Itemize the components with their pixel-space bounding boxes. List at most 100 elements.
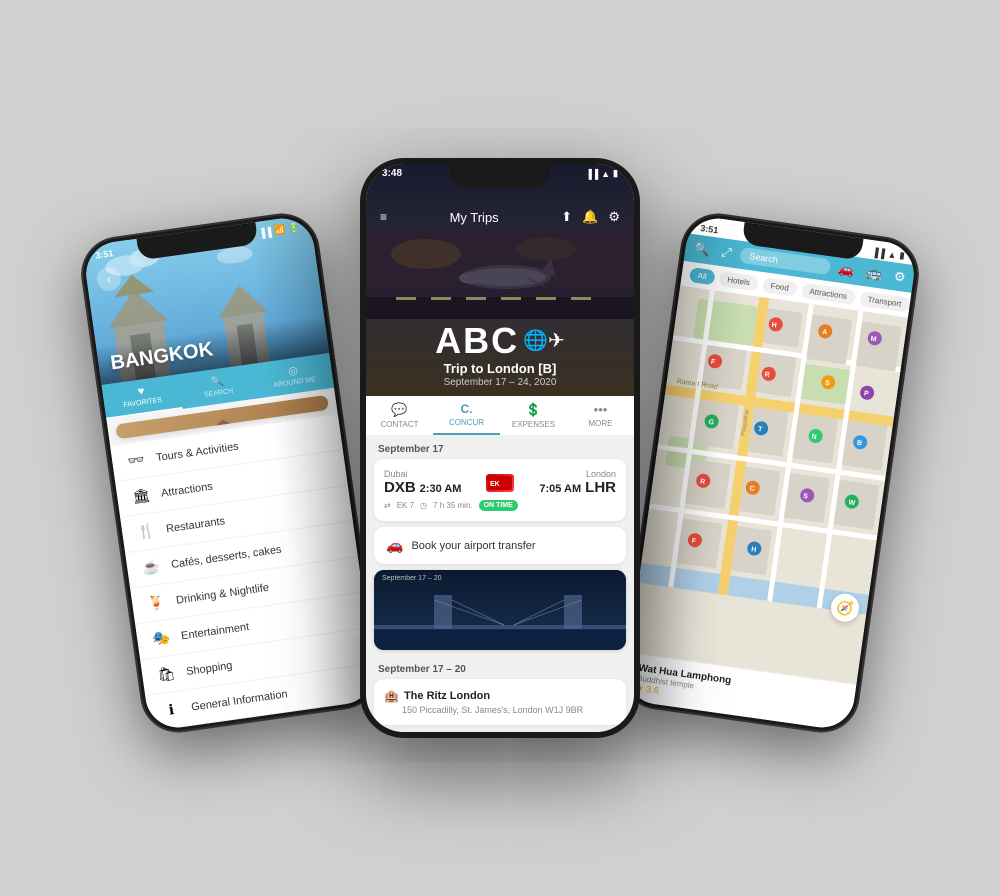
train-date-header: September 20	[366, 731, 634, 732]
dest-time: 7:05 AM	[539, 483, 581, 495]
right-phone-inner: 3:51 ▐▐ ▲ ▮ 🔍 ⤢ Search 🚗	[622, 214, 918, 731]
trip-date: September 17 – 24, 2020	[366, 377, 634, 388]
right-phone: 3:51 ▐▐ ▲ ▮ 🔍 ⤢ Search 🚗	[616, 209, 923, 738]
info-label: General Information	[190, 688, 288, 713]
tours-icon: 👓	[125, 451, 147, 471]
trip-title: Trip to London [B]	[366, 361, 634, 376]
expenses-label: EXPENSES	[512, 420, 555, 429]
nightlife-icon: 🍹	[145, 593, 167, 613]
london-bg: September 17 – 20 London 👁 Visits 📖 Guid…	[374, 570, 626, 650]
globe-plane-icon: 🌐✈	[523, 330, 565, 352]
toolbar-icons-right: 🚗 🚌 ⚙	[837, 261, 907, 286]
transfer-card[interactable]: 🚗 Book your airport transfer	[374, 527, 626, 564]
hotel-card[interactable]: 🏨 The Ritz London 150 Piccadilly, St. Ja…	[374, 679, 626, 725]
battery-icon: 🔋	[288, 222, 301, 234]
around-me-tab-icon: ◎	[287, 364, 298, 378]
toolbar-icons: 🔍 ⤢	[692, 240, 732, 261]
hotel-name: The Ritz London	[404, 690, 490, 702]
flight-top-row: Dubai DXB 2:30 AM EK	[384, 469, 616, 496]
expenses-icon: 💲	[525, 402, 541, 418]
svg-text:H: H	[751, 546, 757, 554]
transfer-text: Book your airport transfer	[411, 540, 535, 552]
left-phone-inner: 3:51 ▐▐ 📶 🔋	[82, 214, 378, 731]
around-me-tab-label: AROUND ME	[273, 376, 316, 389]
origin-time: 2:30 AM	[420, 483, 462, 495]
hamburger-icon[interactable]: ≡	[380, 210, 387, 224]
menu-list: 👓 Tours & Activities 🏛 Attractions 🍴 Res…	[110, 414, 378, 731]
emirates-logo-svg: EK	[488, 476, 512, 490]
share-icon[interactable]: ⬆	[561, 209, 572, 225]
hotel-name-row: 🏨 The Ritz London	[384, 689, 616, 703]
abc-logo: ABC🌐✈	[366, 319, 634, 359]
on-time-badge: ON TIME	[479, 500, 518, 511]
filter-icon[interactable]: 🚗	[837, 261, 855, 279]
attractions-label: Attractions	[160, 480, 213, 499]
header-icons: ⬆ 🔔 ⚙	[561, 209, 620, 225]
flight-origin: Dubai DXB 2:30 AM	[384, 469, 461, 496]
cat-attractions[interactable]: Attractions	[801, 283, 856, 305]
my-trips-title: My Trips	[450, 210, 499, 225]
flight-date-header: September 17	[366, 436, 634, 459]
contact-icon: 💬	[391, 402, 407, 418]
center-phone-content: 3:48 ▐▐ ▲ ▮ ≡ My Trips ⬆ 🔔	[366, 164, 634, 732]
settings-icon[interactable]: ⚙	[608, 209, 620, 225]
wifi-right: ▲	[887, 249, 897, 260]
left-status-icons: ▐▐ 📶 🔋	[258, 222, 300, 239]
bell-icon[interactable]: 🔔	[582, 209, 598, 225]
cafes-label: Cafés, desserts, cakes	[170, 543, 282, 570]
london-bg-svg	[374, 570, 626, 650]
dest-code: LHR	[585, 479, 616, 496]
tab-concur[interactable]: C. CONCUR	[433, 396, 500, 435]
hotel-icon: 🏨	[384, 689, 399, 703]
search-tab-label: SEARCH	[204, 388, 234, 399]
svg-text:R: R	[700, 478, 706, 486]
contact-label: CONTACT	[380, 420, 418, 429]
origin-code: DXB	[384, 479, 416, 496]
battery-icon-center: ▮	[613, 168, 618, 179]
tab-contact[interactable]: 💬 CONTACT	[366, 396, 433, 435]
svg-text:M: M	[870, 336, 877, 344]
expand-map-icon[interactable]: ⤢	[720, 244, 733, 261]
place-info: Wat Hua Lamphong Buddhist temple ★ 3.6	[635, 663, 732, 707]
center-header: ≡ My Trips ⬆ 🔔 ⚙	[366, 181, 634, 229]
cat-all[interactable]: All	[689, 267, 716, 285]
london-card[interactable]: September 17 – 20 London 👁 Visits 📖 Guid…	[374, 570, 626, 650]
shopping-label: Shopping	[185, 659, 233, 677]
left-phone-content: 3:51 ▐▐ 📶 🔋	[82, 214, 378, 731]
search-tab-icon: 🔍	[209, 374, 224, 389]
center-phone-inner: 3:48 ▐▐ ▲ ▮ ≡ My Trips ⬆ 🔔	[366, 164, 634, 732]
right-phone-content: 3:51 ▐▐ ▲ ▮ 🔍 ⤢ Search 🚗	[622, 214, 918, 731]
center-phone: 3:48 ▐▐ ▲ ▮ ≡ My Trips ⬆ 🔔	[360, 158, 640, 738]
search-map-icon[interactable]: 🔍	[692, 240, 710, 258]
arrows-icon: ⇄	[384, 501, 391, 510]
signal-icon-center: ▐▐	[585, 169, 598, 179]
entertainment-icon: 🎭	[150, 629, 172, 649]
flight-dest: London 7:05 AM LHR	[539, 469, 616, 496]
tab-more[interactable]: ••• MORE	[567, 396, 634, 435]
cafes-icon: ☕	[140, 558, 162, 578]
clock-icon: ◷	[420, 501, 427, 510]
restaurants-icon: 🍴	[135, 522, 157, 542]
svg-text:C: C	[749, 485, 755, 493]
signal-icon: ▐▐	[258, 226, 272, 238]
cat-food[interactable]: Food	[762, 277, 798, 297]
settings-map-icon[interactable]: ⚙	[893, 268, 907, 285]
brand-text: ABC	[435, 320, 519, 361]
center-nav-tabs: 💬 CONTACT C. CONCUR 💲 EXPENSES ••• MORE	[366, 396, 634, 436]
favorites-tab-label: FAVORITES	[123, 397, 162, 409]
svg-text:EK: EK	[490, 481, 500, 488]
tab-expenses[interactable]: 💲 EXPENSES	[500, 396, 567, 435]
phones-container: 3:51 ▐▐ 📶 🔋	[50, 38, 950, 858]
map-area[interactable]: F H R A S M	[629, 286, 908, 684]
flight-card[interactable]: Dubai DXB 2:30 AM EK	[374, 459, 626, 521]
wifi-icon: 📶	[274, 224, 287, 236]
nightlife-label: Drinking & Nightlife	[175, 581, 269, 606]
center-scroll[interactable]: September 17 Dubai DXB 2:30 AM	[366, 436, 634, 732]
airline-logo: EK	[486, 474, 514, 492]
cat-hotels[interactable]: Hotels	[718, 271, 758, 291]
center-status-icons: ▐▐ ▲ ▮	[585, 168, 618, 179]
center-hero: 3:48 ▐▐ ▲ ▮ ≡ My Trips ⬆ 🔔	[366, 164, 634, 396]
cat-transport[interactable]: Transport	[859, 291, 911, 313]
center-time: 3:48	[382, 168, 402, 179]
transit-icon[interactable]: 🚌	[865, 264, 883, 282]
